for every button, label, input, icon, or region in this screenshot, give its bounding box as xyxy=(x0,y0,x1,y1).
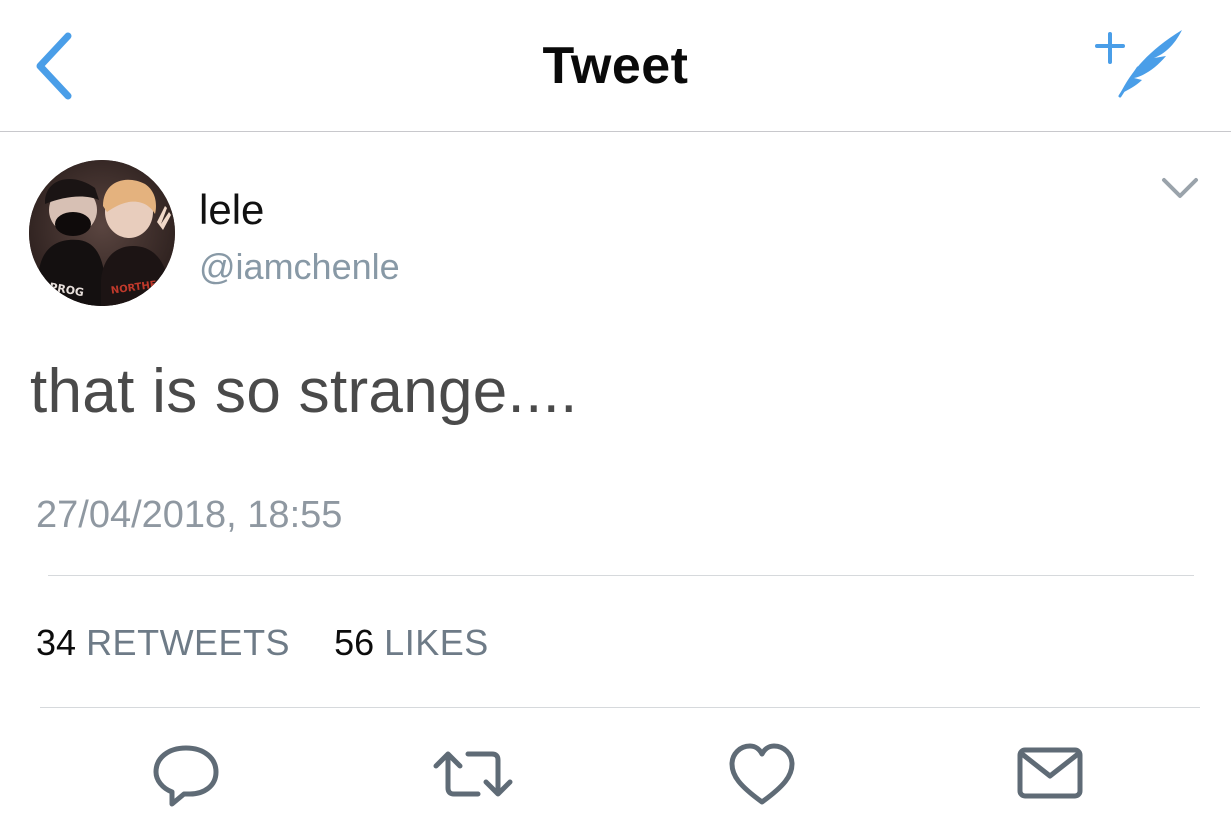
retweet-button[interactable] xyxy=(428,736,513,812)
avatar[interactable]: PROG NORTHE xyxy=(29,160,175,306)
chevron-down-icon xyxy=(1162,178,1198,198)
envelope-icon xyxy=(1017,747,1083,799)
retweet-icon xyxy=(433,751,513,797)
page-title: Tweet xyxy=(542,37,689,95)
tweet-text: that is so strange.... xyxy=(30,357,578,426)
like-button[interactable] xyxy=(722,736,802,812)
avatar-photo: PROG NORTHE xyxy=(29,160,175,306)
reply-icon xyxy=(153,745,219,807)
navigation-bar: Tweet xyxy=(0,0,1231,132)
compose-tweet-button[interactable] xyxy=(1090,24,1190,104)
more-options-button[interactable] xyxy=(1158,168,1202,208)
retweets-stat[interactable]: 34 RETWEETS xyxy=(36,622,300,663)
retweets-count: 34 xyxy=(36,622,77,663)
tweet-timestamp: 27/04/2018, 18:55 xyxy=(36,494,343,536)
display-name[interactable]: lele xyxy=(199,186,264,234)
reply-button[interactable] xyxy=(146,736,226,812)
username[interactable]: @iamchenle xyxy=(199,246,400,288)
likes-stat[interactable]: 56 LIKES xyxy=(324,622,489,663)
retweets-label: RETWEETS xyxy=(86,622,291,663)
divider xyxy=(48,575,1194,576)
likes-count: 56 xyxy=(334,622,375,663)
tweet-stats: 34 RETWEETS 56 LIKES xyxy=(36,622,489,664)
divider xyxy=(40,707,1200,708)
direct-message-button[interactable] xyxy=(1010,736,1090,812)
compose-tweet-icon xyxy=(1095,30,1182,98)
heart-icon xyxy=(729,743,795,805)
likes-label: LIKES xyxy=(384,622,489,663)
